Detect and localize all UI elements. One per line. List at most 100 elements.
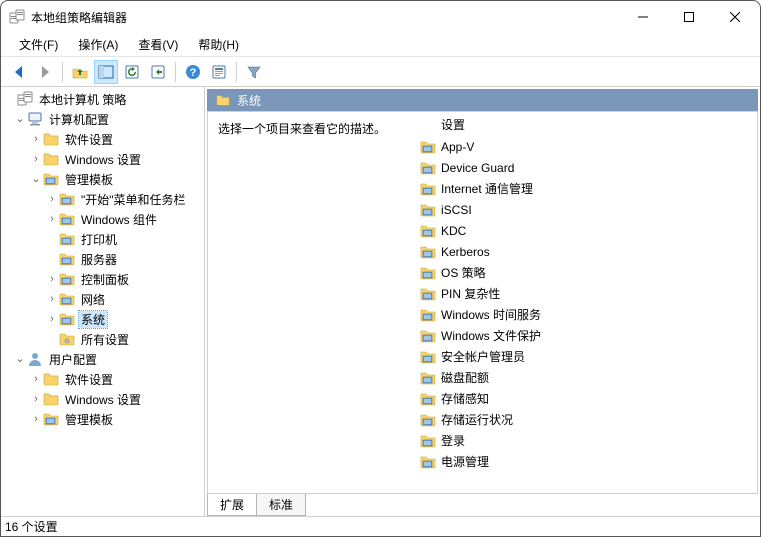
tree-admin-templates[interactable]: ⌄ 管理模板: [1, 169, 204, 189]
list-item[interactable]: Windows 文件保护: [418, 325, 757, 346]
list-item[interactable]: Windows 时间服务: [418, 304, 757, 325]
settings-list-container: 设置 App-V Device GuardInternet 通信管理iSCSIKD…: [418, 112, 757, 493]
settings-list[interactable]: App-V Device GuardInternet 通信管理iSCSIKDCKe…: [418, 136, 757, 493]
expander-icon[interactable]: ›: [29, 372, 43, 386]
list-item[interactable]: Device Guard: [418, 157, 757, 178]
tree-label: Windows 设置: [63, 151, 143, 168]
right-pane: 系统 选择一个项目来查看它的描述。 设置 App-V Device GuardIn…: [205, 87, 760, 516]
tree-network[interactable]: › 网络: [1, 289, 204, 309]
menubar: 文件(F) 操作(A) 查看(V) 帮助(H): [1, 33, 760, 57]
help-button[interactable]: [181, 60, 205, 84]
list-item[interactable]: PIN 复杂性: [418, 283, 757, 304]
folder-blue-icon: [420, 202, 436, 218]
export-button[interactable]: [146, 60, 170, 84]
tree-label: Windows 设置: [63, 391, 143, 408]
tree-printers[interactable]: › 打印机: [1, 229, 204, 249]
bottom-tabs: 扩展 标准: [207, 494, 758, 516]
folder-blue-icon: [420, 370, 436, 386]
tab-extended[interactable]: 扩展: [207, 494, 257, 516]
policy-icon: [211, 64, 227, 80]
list-item[interactable]: iSCSI: [418, 199, 757, 220]
tree-user-config[interactable]: ⌄ 用户配置: [1, 349, 204, 369]
tree-label: 系统: [79, 311, 107, 328]
list-item[interactable]: Kerberos: [418, 241, 757, 262]
tree-software-settings[interactable]: › 软件设置: [1, 129, 204, 149]
forward-button[interactable]: [33, 60, 57, 84]
expander-icon[interactable]: ›: [45, 292, 59, 306]
list-item[interactable]: 登录: [418, 430, 757, 451]
settings-column-header[interactable]: 设置: [418, 112, 757, 136]
expander-icon[interactable]: ⌄: [13, 352, 27, 366]
list-item[interactable]: 存储感知: [418, 388, 757, 409]
list-item[interactable]: 电源管理: [418, 451, 757, 472]
tree-label: 用户配置: [47, 351, 99, 368]
tree-label: 控制面板: [79, 271, 131, 288]
tree-software-settings-2[interactable]: › 软件设置: [1, 369, 204, 389]
refresh-icon: [124, 64, 140, 80]
list-item[interactable]: 磁盘配额: [418, 367, 757, 388]
list-item[interactable]: Internet 通信管理: [418, 178, 757, 199]
minimize-button[interactable]: [620, 2, 666, 32]
expander-icon[interactable]: ⌄: [13, 112, 27, 126]
list-item[interactable]: 安全帐户管理员: [418, 346, 757, 367]
folder-blue-icon: [59, 191, 75, 207]
list-item[interactable]: App-V: [418, 136, 757, 157]
list-item[interactable]: 存储运行状况: [418, 409, 757, 430]
list-item[interactable]: KDC: [418, 220, 757, 241]
menu-view[interactable]: 查看(V): [128, 33, 188, 56]
tree-servers[interactable]: › 服务器: [1, 249, 204, 269]
expander-icon[interactable]: ›: [45, 192, 59, 206]
content-header: 系统: [207, 89, 758, 111]
expander-icon[interactable]: ›: [29, 392, 43, 406]
folder-blue-icon: [420, 328, 436, 344]
up-button[interactable]: [68, 60, 92, 84]
tree-system[interactable]: › 系统: [1, 309, 204, 329]
tree-computer-config[interactable]: ⌄ 计算机配置: [1, 109, 204, 129]
tree-label: 管理模板: [63, 411, 115, 428]
back-button[interactable]: [7, 60, 31, 84]
titlebar: 本地组策略编辑器: [1, 1, 760, 33]
description-prompt: 选择一个项目来查看它的描述。: [218, 122, 386, 136]
tab-standard[interactable]: 标准: [257, 494, 306, 516]
menu-action[interactable]: 操作(A): [68, 33, 128, 56]
list-item-label: PIN 复杂性: [441, 285, 500, 302]
tree-all-settings[interactable]: › 所有设置: [1, 329, 204, 349]
filter-button[interactable]: [242, 60, 266, 84]
show-tree-button[interactable]: [94, 60, 118, 84]
tree-admin-templates-2[interactable]: › 管理模板: [1, 409, 204, 429]
tree-windows-settings[interactable]: › Windows 设置: [1, 149, 204, 169]
tree-label: 所有设置: [79, 331, 131, 348]
list-item[interactable]: OS 策略: [418, 262, 757, 283]
expander-icon[interactable]: ›: [29, 132, 43, 146]
folder-icon: [43, 371, 59, 387]
menu-help[interactable]: 帮助(H): [188, 33, 249, 56]
tree-root[interactable]: ▾ 本地计算机 策略: [1, 89, 204, 109]
refresh-button[interactable]: [120, 60, 144, 84]
list-item-label: 电源管理: [441, 453, 489, 470]
app-icon: [9, 9, 25, 25]
menu-file[interactable]: 文件(F): [9, 33, 68, 56]
toolbar: [1, 57, 760, 87]
tree-windows-components[interactable]: › Windows 组件: [1, 209, 204, 229]
policy-toolbar-button[interactable]: [207, 60, 231, 84]
maximize-button[interactable]: [666, 2, 712, 32]
close-button[interactable]: [712, 2, 758, 32]
tree-start-menu-taskbar[interactable]: › "开始"菜单和任务栏: [1, 189, 204, 209]
expander-icon[interactable]: ⌄: [29, 172, 43, 186]
list-item-label: App-V: [441, 140, 474, 154]
folder-blue-icon: [420, 265, 436, 281]
expander-icon[interactable]: ›: [45, 212, 59, 226]
tree-windows-settings-2[interactable]: › Windows 设置: [1, 389, 204, 409]
expander-icon[interactable]: ›: [29, 152, 43, 166]
folder-gears-icon: [59, 331, 75, 347]
expander-icon[interactable]: ›: [45, 312, 59, 326]
tree-control-panel[interactable]: › 控制面板: [1, 269, 204, 289]
expander-icon[interactable]: ›: [45, 272, 59, 286]
folder-blue-icon: [43, 411, 59, 427]
list-item-label: 登录: [441, 432, 465, 449]
tree-pane[interactable]: ▾ 本地计算机 策略 ⌄ 计算机配置 › 软件设置 › Windows: [1, 87, 205, 516]
folder-blue-icon: [59, 291, 75, 307]
expander-icon[interactable]: ›: [29, 412, 43, 426]
window-title: 本地组策略编辑器: [31, 9, 127, 26]
folder-blue-icon: [420, 181, 436, 197]
